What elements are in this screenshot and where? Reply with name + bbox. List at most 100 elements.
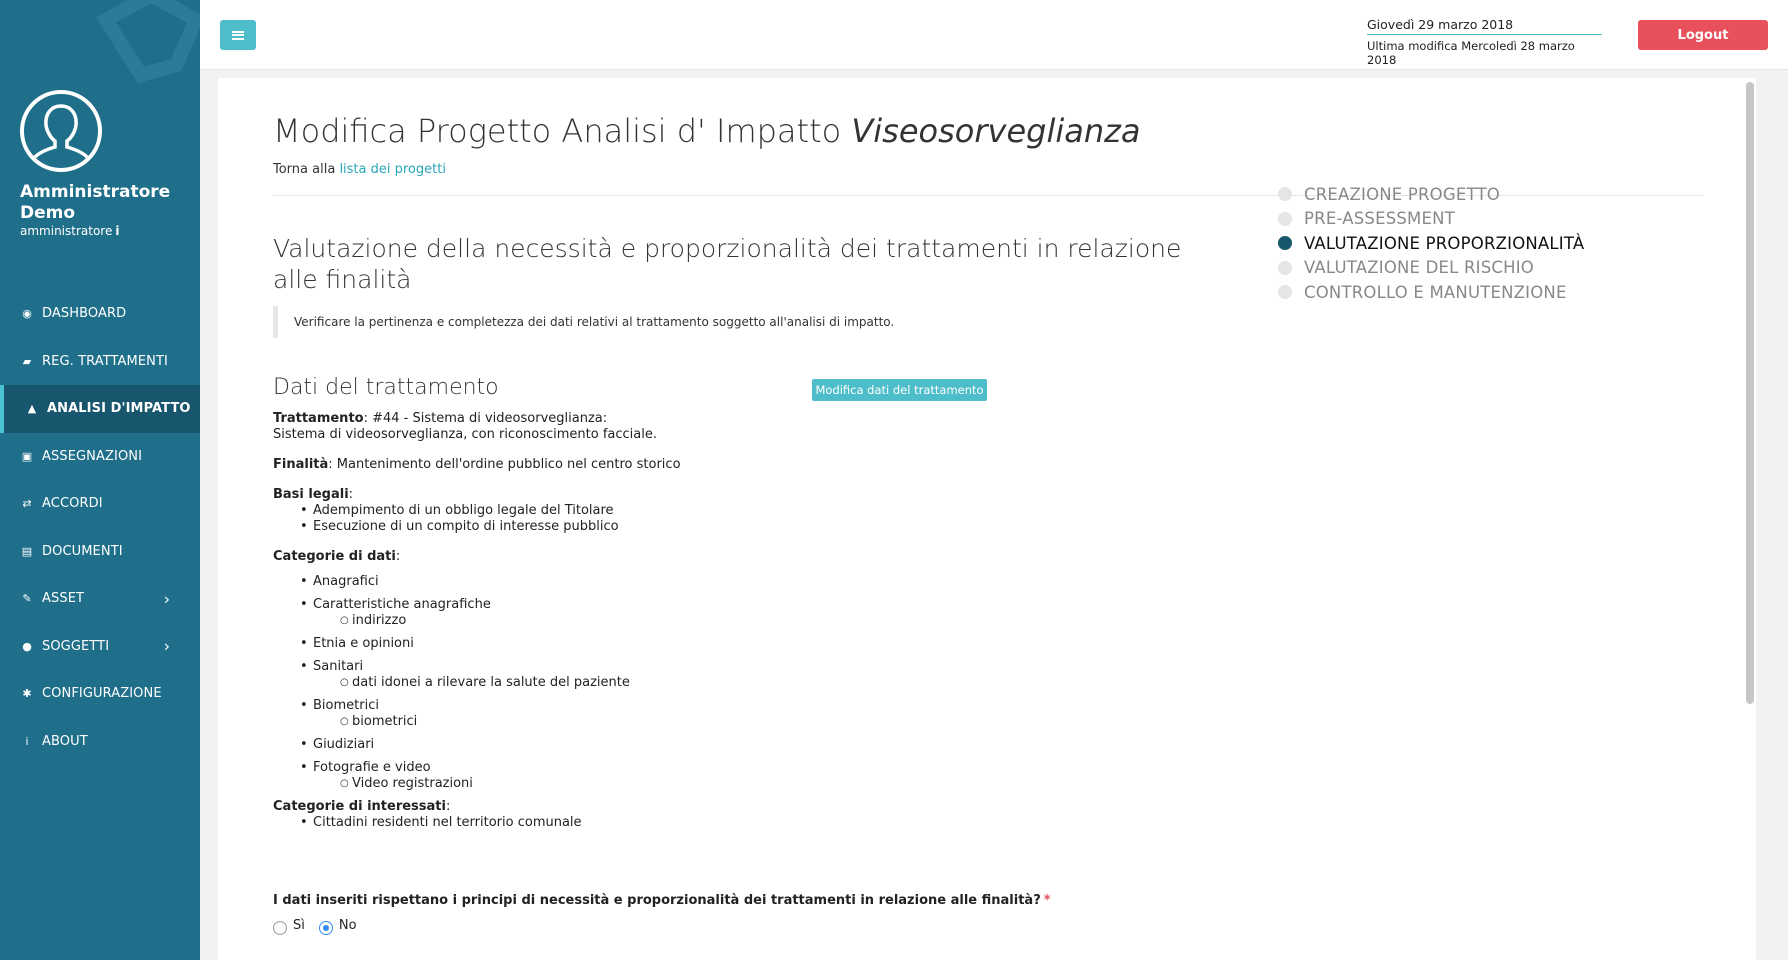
treatment-value: : #44 - Sistema di videosorveglianza:	[363, 411, 608, 426]
badge-icon: ▣	[21, 449, 33, 463]
category-name: Caratteristiche anagrafiche	[313, 597, 491, 612]
sidebar-item-analisi-d-impatto[interactable]: ▲ ANALISI D'IMPATTO	[0, 385, 200, 433]
sidebar-item-documenti[interactable]: ▤ DOCUMENTI	[0, 528, 200, 576]
list-item: Giudiziari	[300, 737, 1173, 753]
menu-toggle-button[interactable]	[220, 20, 256, 50]
users-icon: ●	[22, 639, 32, 653]
list-item: Cittadini residenti nel territorio comun…	[300, 815, 1173, 831]
user-name: Amministratore Demo	[20, 182, 171, 223]
step-label: VALUTAZIONE PROPORZIONALITÀ	[1304, 233, 1585, 253]
treatment-label: Trattamento	[273, 411, 364, 426]
sidebar-item-reg-trattamenti[interactable]: ▰ REG. TRATTAMENTI	[0, 338, 200, 386]
list-item: Esecuzione di un compito di interesse pu…	[300, 519, 1173, 535]
list-item: Etnia e opinioni	[300, 636, 1173, 652]
step-label: CREAZIONE PROGETTO	[1304, 184, 1500, 204]
topbar: Giovedì 29 marzo 2018 Ultima modifica Me…	[200, 0, 1788, 70]
sidebar-item-dashboard[interactable]: ◉ DASHBOARD	[0, 290, 200, 338]
sidebar-item-label: SOGGETTI	[42, 638, 110, 654]
page-title-prefix: Modifica Progetto Analisi d' Impatto	[273, 112, 852, 150]
projects-list-link[interactable]: lista dei progetti	[339, 162, 446, 177]
sidebar-item-label: REG. TRATTAMENTI	[42, 353, 168, 369]
handshake-icon: ⇄	[22, 497, 32, 511]
gear-icon: ✱	[22, 687, 32, 701]
back-prefix: Torna alla	[273, 162, 340, 177]
category-name: Biometrici	[313, 698, 379, 713]
radio-button[interactable]	[318, 920, 333, 935]
list-item: Adempimento di un obbligo legale del Tit…	[300, 503, 1173, 519]
sidebar-nav: ◉ DASHBOARD ▰ REG. TRATTAMENTI ▲ ANALISI D'IM…	[0, 290, 200, 765]
purpose-value: : Mantenimento dell'ordine pubblico nel …	[328, 457, 681, 472]
warning-icon: ▲	[27, 402, 37, 416]
category-name: Etnia e opinioni	[313, 636, 414, 651]
category-name: Fotografie e video	[313, 760, 431, 775]
subjects-block: Categorie di interessati: Cittadini resi…	[273, 799, 1173, 831]
radio-option-no[interactable]: No	[318, 918, 357, 935]
list-item: Biometricibiometrici	[300, 698, 1173, 730]
document-icon: ▤	[21, 544, 33, 558]
question: I dati inseriti rispettano i principi di…	[273, 893, 1051, 908]
treatment-description: Sistema di videosorveglianza, con ricono…	[273, 427, 657, 442]
step-dot-icon	[1278, 260, 1292, 275]
edit-data-button[interactable]: Modifica dati del trattamento	[812, 379, 987, 401]
sidebar-item-about[interactable]: i ABOUT	[0, 718, 200, 766]
sidebar-item-soggetti[interactable]: ● SOGGETTI ›	[0, 623, 200, 671]
list-item: biometrici	[340, 714, 1173, 730]
data-categories-label: Categorie di dati	[273, 549, 396, 564]
subcategory-list: dati idonei a rilevare la salute del paz…	[340, 675, 1173, 691]
subjects-list: Cittadini residenti nel territorio comun…	[300, 815, 1173, 831]
step-label: PRE-ASSESSMENT	[1304, 209, 1455, 229]
list-item: Video registrazioni	[340, 776, 1173, 792]
step-dot-icon	[1278, 211, 1292, 226]
sidebar-item-label: ANALISI D'IMPATTO	[47, 401, 191, 417]
user-silhouette-icon	[33, 104, 89, 159]
step-label: CONTROLLO E MANUTENZIONE	[1304, 282, 1567, 302]
info-icon: i	[25, 734, 29, 748]
subcategory-list: Video registrazioni	[340, 776, 1173, 792]
back-line: Torna alla lista dei progetti	[273, 162, 446, 177]
callout: Verificare la pertinenza e completezza d…	[273, 306, 1173, 338]
colon: :	[395, 549, 401, 564]
list-item: Anagrafici	[300, 574, 1173, 590]
subsection-title: Dati del trattamento	[273, 375, 499, 400]
radio-group: Sì No	[273, 918, 371, 935]
data-categories-block: Categorie di dati: Anagrafici Caratterist…	[273, 549, 1173, 792]
progress-step[interactable]: VALUTAZIONE DEL RISCHIO	[1278, 256, 1584, 281]
list-item: Sanitaridati idonei a rilevare la salute…	[300, 659, 1173, 691]
question-text: I dati inseriti rispettano i principi di…	[273, 893, 1041, 908]
sidebar-item-label: ABOUT	[42, 733, 88, 749]
project-name: Viseosorveglianza	[851, 112, 1141, 150]
user-role: amministratore i	[20, 224, 119, 238]
data-categories-list: Anagrafici Caratteristiche anagraficheind…	[300, 574, 1173, 792]
sidebar-item-label: ACCORDI	[42, 496, 103, 512]
category-name: Sanitari	[313, 659, 364, 674]
sidebar-item-accordi[interactable]: ⇄ ACCORDI	[0, 480, 200, 528]
hamburger-icon	[232, 30, 244, 40]
progress-step[interactable]: VALUTAZIONE PROPORZIONALITÀ	[1278, 231, 1584, 256]
subjects-label: Categorie di interessati	[273, 799, 446, 814]
progress-step[interactable]: PRE-ASSESSMENT	[1278, 207, 1584, 232]
sidebar-item-label: ASSEGNAZIONI	[42, 448, 143, 464]
info-icon[interactable]: i	[115, 224, 119, 238]
date-today: Giovedì 29 marzo 2018	[1367, 17, 1602, 35]
radio-button[interactable]	[273, 920, 287, 935]
chevron-right-icon: ›	[163, 589, 170, 609]
progress-step[interactable]: CREAZIONE PROGETTO	[1278, 182, 1584, 207]
radio-option-si[interactable]: Sì	[273, 918, 305, 935]
legal-bases-label: Basi legali	[273, 487, 349, 502]
page-title: Modifica Progetto Analisi d' Impatto Vis…	[273, 112, 1141, 150]
sidebar-item-assegnazioni[interactable]: ▣ ASSEGNAZIONI	[0, 433, 200, 481]
scrollbar[interactable]	[1746, 82, 1754, 704]
subcategory-list: indirizzo	[340, 613, 1173, 629]
list-item: dati idonei a rilevare la salute del paz…	[340, 675, 1173, 691]
list-item: Fotografie e videoVideo registrazioni	[300, 760, 1173, 792]
sidebar-item-configurazione[interactable]: ✱ CONFIGURAZIONE	[0, 670, 200, 718]
colon: :	[445, 799, 451, 814]
edit-icon: ✎	[22, 592, 32, 606]
progress-step[interactable]: CONTROLLO E MANUTENZIONE	[1278, 280, 1584, 305]
sidebar-item-label: ASSET	[42, 591, 85, 607]
logout-button[interactable]: Logout	[1638, 20, 1768, 50]
sidebar-item-asset[interactable]: ✎ ASSET ›	[0, 575, 200, 623]
category-name: Anagrafici	[313, 574, 379, 589]
sidebar: Amministratore Demo amministratore i ◉ DAS…	[0, 0, 200, 960]
avatar[interactable]	[20, 90, 102, 172]
